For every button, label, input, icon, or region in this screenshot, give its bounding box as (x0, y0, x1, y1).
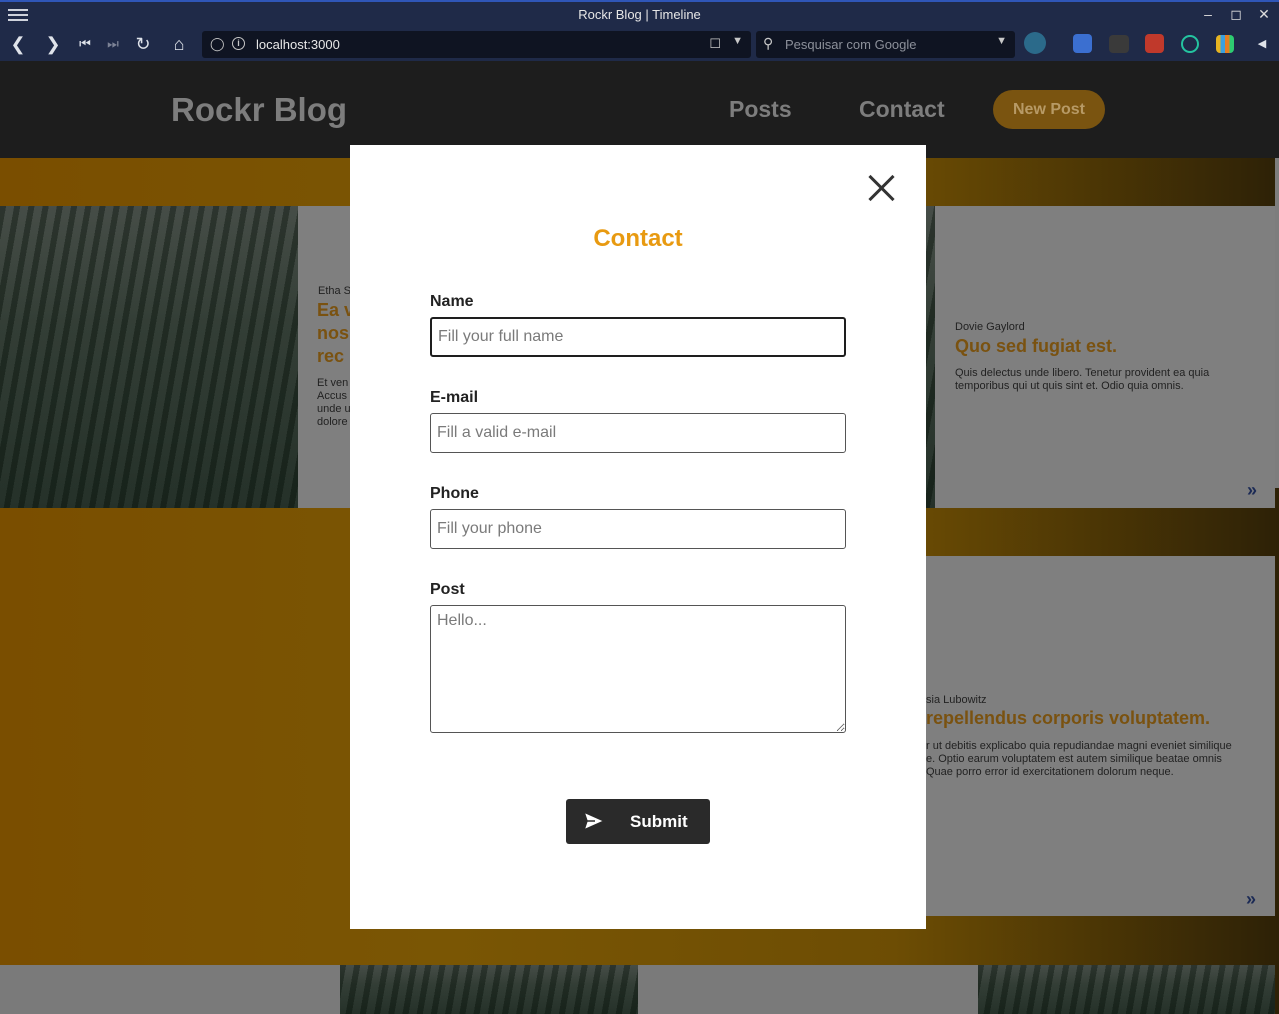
post-excerpt: Et ven (317, 377, 349, 389)
phone-label: Phone (430, 485, 479, 502)
home-icon[interactable]: ⌂ (167, 32, 191, 56)
post-author: Dovie Gaylord (955, 321, 1025, 333)
submit-label: Submit (630, 812, 688, 831)
email-field[interactable] (430, 413, 846, 453)
post-card[interactable]: sia Lubowitz repellendus corporis volupt… (926, 556, 1275, 916)
post-image[interactable] (0, 206, 298, 508)
post-title[interactable]: repellendus corporis voluptatem. (926, 708, 1210, 729)
translate-extension-icon[interactable] (1073, 34, 1092, 53)
post-excerpt: unde u (317, 403, 351, 415)
post-title[interactable]: nos (317, 323, 349, 344)
post-excerpt: dolore (317, 416, 348, 428)
post-textarea[interactable] (430, 605, 846, 733)
ublock-extension-icon[interactable] (1145, 34, 1164, 53)
window-title: Rockr Blog | Timeline (578, 7, 701, 22)
post-image[interactable] (340, 965, 638, 1014)
post-label: Post (430, 581, 465, 598)
post-author: Etha S (318, 285, 352, 297)
page: Rockr Blog Posts Contact New Post Etha S… (0, 61, 1279, 1014)
privacy-extension-icon[interactable] (1109, 35, 1129, 53)
post-image[interactable] (978, 965, 1275, 1014)
contact-modal: Contact Name E-mail Phone Post Submit (350, 145, 926, 929)
post-excerpt: temporibus qui ut quis sint et. Odio qui… (955, 380, 1184, 392)
back-icon[interactable]: ❮ (6, 32, 30, 56)
search-icon: ⚲ (763, 35, 774, 51)
maximize-icon[interactable]: ◻ (1229, 6, 1243, 23)
read-more-icon[interactable]: » (1246, 889, 1256, 910)
rewind-icon[interactable]: ⏮ (73, 32, 97, 56)
search-bar[interactable]: ⚲ Pesquisar com Google ▼ (756, 31, 1015, 58)
browser-titlebar: Rockr Blog | Timeline – ◻ ✕ (0, 0, 1279, 28)
url-text[interactable]: localhost:3000 (256, 37, 340, 52)
post-author: sia Lubowitz (926, 694, 987, 706)
post-card[interactable]: Dovie Gaylord Quo sed fugiat est. Quis d… (935, 206, 1275, 508)
fast-forward-icon[interactable]: ⏭ (101, 32, 125, 56)
reload-icon[interactable]: ↻ (131, 32, 155, 56)
address-bar[interactable]: ◯ i localhost:3000 ☐ ▼ (202, 31, 751, 58)
post-card[interactable] (638, 965, 978, 1014)
post-card[interactable] (0, 965, 340, 1014)
email-label: E-mail (430, 389, 479, 406)
minimize-icon[interactable]: – (1201, 6, 1215, 23)
phone-field[interactable] (430, 509, 846, 549)
library-icon[interactable] (1216, 35, 1234, 53)
post-excerpt: Quae porro error id exercitationem dolor… (926, 766, 1174, 778)
new-post-button[interactable]: New Post (993, 90, 1105, 129)
submit-button[interactable]: Submit (566, 799, 710, 844)
info-icon[interactable]: i (232, 37, 245, 50)
post-title[interactable]: Quo sed fugiat est. (955, 336, 1117, 357)
close-window-icon[interactable]: ✕ (1257, 6, 1271, 23)
chevron-down-icon[interactable]: ▼ (732, 35, 743, 47)
name-label: Name (430, 293, 474, 310)
chevron-down-icon[interactable]: ▼ (996, 35, 1007, 47)
modal-title: Contact (593, 225, 683, 252)
post-excerpt: r ut debitis explicabo quia repudiandae … (926, 740, 1232, 752)
forward-icon[interactable]: ❯ (41, 32, 65, 56)
post-excerpt: Accus (317, 390, 347, 402)
post-title[interactable]: rec (317, 346, 344, 367)
post-excerpt: e. Optio earum voluptatem est autem simi… (926, 753, 1222, 765)
check-extension-icon[interactable] (1181, 35, 1199, 53)
name-field[interactable] (430, 317, 846, 357)
bookmark-icon[interactable]: ☐ (709, 36, 721, 52)
shield-icon[interactable]: ◯ (210, 36, 225, 52)
post-excerpt: Quis delectus unde libero. Tenetur provi… (955, 367, 1210, 379)
profile-avatar-icon[interactable] (1024, 32, 1046, 54)
read-more-icon[interactable]: » (1247, 480, 1257, 501)
send-icon (584, 812, 604, 830)
site-header: Rockr Blog Posts Contact New Post (0, 61, 1279, 158)
post-title[interactable]: Ea v (317, 300, 354, 321)
nav-posts[interactable]: Posts (729, 96, 792, 123)
chevron-left-icon[interactable]: ◀ (1250, 32, 1274, 56)
search-placeholder: Pesquisar com Google (785, 37, 917, 52)
scrollbar[interactable] (1275, 158, 1279, 488)
post-card[interactable]: Etha S Ea v nos rec Et ven Accus unde u … (298, 206, 358, 508)
close-icon[interactable] (868, 174, 896, 202)
browser-toolbar: ❮ ❯ ⏮ ⏭ ↻ ⌂ ◯ i localhost:3000 ☐ ▼ ⚲ Pes… (0, 28, 1279, 61)
nav-contact[interactable]: Contact (859, 96, 945, 123)
brand-logo[interactable]: Rockr Blog (171, 91, 347, 129)
